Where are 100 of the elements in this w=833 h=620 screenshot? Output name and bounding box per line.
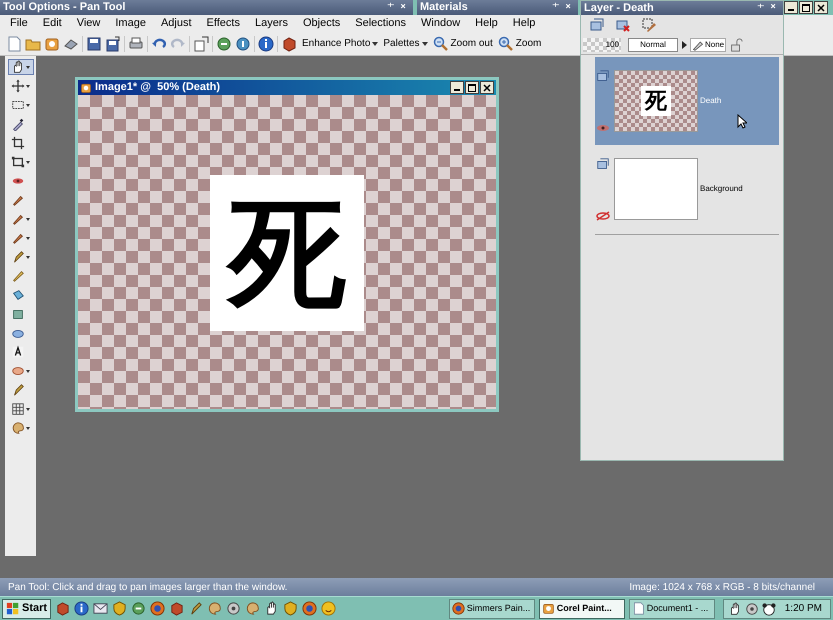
ellipse-icon xyxy=(10,364,24,378)
taskbar-button[interactable]: Simmers Pain... xyxy=(448,598,535,618)
circle-icon[interactable] xyxy=(131,601,146,616)
toolbar-button[interactable]: Palettes xyxy=(383,36,428,51)
shield-icon[interactable] xyxy=(112,601,128,616)
circle-icon[interactable] xyxy=(216,36,232,52)
caret-icon xyxy=(26,104,30,106)
kanji-glyph: 死 xyxy=(228,194,346,312)
caret-icon xyxy=(26,426,30,430)
pencil-icon xyxy=(10,269,24,283)
floppy-disk-icon[interactable] xyxy=(105,36,121,52)
menu-item[interactable]: Selections xyxy=(355,15,406,32)
eye-icon[interactable] xyxy=(596,123,610,133)
toolbar-button[interactable]: Zoom xyxy=(498,36,542,52)
smiley-icon[interactable] xyxy=(321,601,336,616)
maximize-button[interactable] xyxy=(799,1,813,14)
opacity-field[interactable]: 100 xyxy=(583,38,621,52)
close-icon xyxy=(817,4,825,12)
caret-icon xyxy=(26,160,30,164)
maximize-icon xyxy=(802,4,810,12)
new-page-icon[interactable] xyxy=(6,36,22,52)
mask-button[interactable]: None xyxy=(690,38,726,52)
crop-icon xyxy=(10,136,24,150)
globe-icon[interactable] xyxy=(150,601,166,616)
brush-icon xyxy=(10,212,24,226)
brush-icon xyxy=(10,193,24,207)
caret-icon xyxy=(422,42,428,46)
minimize-icon xyxy=(788,9,794,11)
browse-icon[interactable] xyxy=(44,36,60,52)
caret-icon xyxy=(372,42,378,46)
caret-icon xyxy=(26,218,30,220)
move-arrows-icon xyxy=(10,79,24,93)
menu-item[interactable]: Layers xyxy=(254,15,288,32)
minimize-icon xyxy=(454,89,460,91)
menu-item[interactable]: File xyxy=(10,15,28,32)
layer-name: Background xyxy=(700,183,743,195)
document-icon xyxy=(632,602,645,615)
caret-icon xyxy=(26,256,30,258)
panda-icon[interactable] xyxy=(762,602,776,616)
menu-item[interactable]: Help xyxy=(512,15,536,32)
menu-item[interactable]: Image xyxy=(115,15,146,32)
close-icon xyxy=(483,84,491,92)
mouse-pointer-icon xyxy=(737,114,748,128)
close-button[interactable] xyxy=(814,1,828,14)
globe-icon[interactable] xyxy=(302,601,318,616)
palette-icon[interactable] xyxy=(207,601,222,616)
play-arrow-icon[interactable] xyxy=(681,40,687,48)
clock: 1:20 PM xyxy=(784,602,822,616)
text-tool-icon xyxy=(10,345,24,359)
kanji-glyph: 死 xyxy=(641,86,671,116)
deform-rectangle-icon xyxy=(10,155,24,169)
close-button[interactable] xyxy=(480,81,494,94)
grid-icon xyxy=(10,402,24,416)
cube-icon[interactable] xyxy=(169,601,184,616)
start-button[interactable]: Start xyxy=(2,598,52,618)
window-title: Image1* @ 50% (Death) xyxy=(95,82,220,93)
info-icon[interactable] xyxy=(74,601,90,616)
printer-icon[interactable] xyxy=(128,36,144,52)
windows-logo-icon xyxy=(6,602,20,616)
resize-icon[interactable] xyxy=(193,36,209,52)
dropper-icon xyxy=(10,117,24,131)
menu-item[interactable]: Objects xyxy=(302,15,340,32)
maximize-button[interactable] xyxy=(465,81,479,94)
status-message: Pan Tool: Click and drag to pan images larger than the window. xyxy=(8,580,288,594)
app-icon xyxy=(542,602,555,615)
toolbar-button[interactable]: Enhance Photo xyxy=(302,36,378,51)
dashed-rectangle-icon xyxy=(10,98,24,112)
new-layer-icon[interactable] xyxy=(589,17,605,33)
menu-item[interactable]: Edit xyxy=(42,15,62,32)
palette-icon xyxy=(10,421,24,435)
maximize-icon xyxy=(468,84,476,92)
shield-icon[interactable] xyxy=(283,601,298,616)
caret-icon xyxy=(26,84,30,88)
menu-item[interactable]: Adjust xyxy=(160,15,192,32)
envelope-icon[interactable] xyxy=(93,601,108,616)
layer-type-icon xyxy=(596,69,610,83)
minimize-button[interactable] xyxy=(450,81,464,94)
image-info: Image: 1024 x 768 x RGB - 8 bits/channel xyxy=(629,580,815,594)
layer-name: Death xyxy=(700,95,722,107)
toolbar-button[interactable]: Zoom out xyxy=(432,36,493,52)
menu-item[interactable]: Effects xyxy=(206,15,240,32)
layer-row[interactable]: 死 Death xyxy=(595,57,779,145)
menu-item[interactable]: Window xyxy=(421,15,460,32)
taskbar-button[interactable]: Document1 - ... xyxy=(628,598,715,618)
edit-selection-icon[interactable] xyxy=(641,17,657,33)
cube-icon[interactable] xyxy=(281,36,297,52)
menu-item[interactable]: Help xyxy=(475,15,498,32)
layer-type-icon xyxy=(596,157,610,171)
taskbar-button[interactable]: Corel Paint... xyxy=(538,598,625,618)
panel-title: Tool Options - Pan Tool xyxy=(3,2,126,13)
hidden-eye-icon[interactable] xyxy=(596,211,610,221)
blend-mode-dropdown[interactable]: Normal xyxy=(628,38,678,52)
minimize-button[interactable] xyxy=(784,1,798,14)
tool-button[interactable] xyxy=(8,59,34,75)
caret-icon xyxy=(26,370,30,372)
globe-icon xyxy=(452,602,465,615)
lock-icon[interactable] xyxy=(729,38,744,52)
menu-item[interactable]: View xyxy=(76,15,100,32)
info-icon[interactable] xyxy=(258,36,274,52)
cube-icon[interactable] xyxy=(55,601,70,616)
